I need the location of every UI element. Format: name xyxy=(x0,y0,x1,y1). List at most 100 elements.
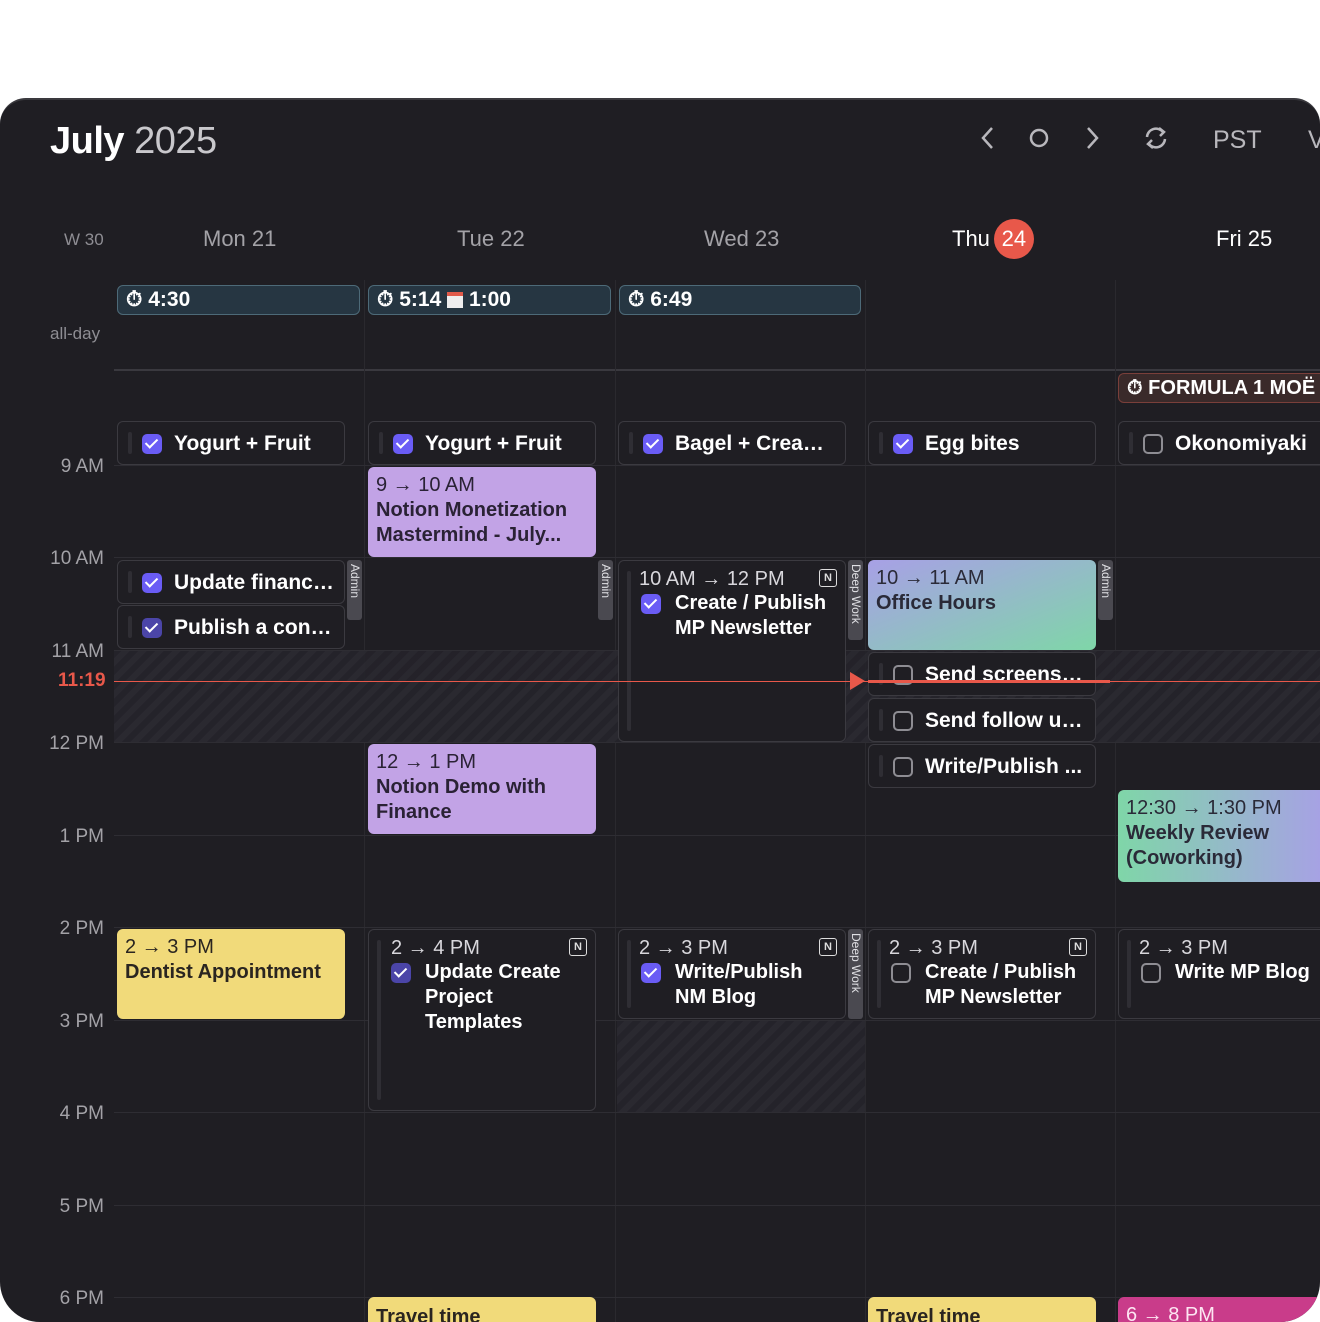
event-title: Weekly Review (Coworking) xyxy=(1126,822,1270,869)
checkbox-checked-icon[interactable] xyxy=(142,618,162,638)
task-bar xyxy=(379,432,383,454)
timezone-button[interactable]: PST xyxy=(1213,126,1262,155)
event-notion-mastermind[interactable]: 9 → 10 AM Notion Monetization Mastermind … xyxy=(368,467,596,557)
prev-week-icon[interactable] xyxy=(978,124,998,159)
today-circle-icon[interactable] xyxy=(1028,124,1050,159)
task-block-mp-newsletter[interactable]: 2 → 3 PM N Create / Publish MP Newsletter xyxy=(868,929,1096,1019)
admin-tag: Admin xyxy=(347,560,362,620)
next-week-icon[interactable] xyxy=(1082,124,1102,159)
timer-value: 4:30 xyxy=(148,288,191,311)
task-block-nm-blog[interactable]: 2 → 3 PM N Write/Publish NM Blog xyxy=(618,929,846,1019)
checkbox-checked-icon[interactable] xyxy=(641,594,661,614)
deep-work-tag: Deep Work xyxy=(848,929,863,1019)
time-tracked-mon[interactable]: ⏱ 4:30 xyxy=(117,285,360,315)
task-bar xyxy=(377,940,381,1100)
task-bar xyxy=(1127,940,1131,1008)
task-chip[interactable]: Yogurt + Fruit xyxy=(368,421,596,465)
view-switcher-button[interactable]: V xyxy=(1308,126,1320,155)
notion-icon: N xyxy=(569,938,587,956)
task-chip[interactable]: Yogurt + Fruit xyxy=(117,421,345,465)
task-label: Egg bites xyxy=(925,432,1020,455)
notion-icon: N xyxy=(819,569,837,587)
hour-label: 4 PM xyxy=(59,1103,104,1124)
stopwatch-icon: ⏱ xyxy=(377,288,394,311)
hour-label: 5 PM xyxy=(59,1196,104,1217)
day-header-mon[interactable]: Mon 21 xyxy=(203,226,276,252)
today-badge: 24 xyxy=(993,219,1034,259)
admin-tag: Admin xyxy=(1098,560,1113,620)
task-chip[interactable]: Update financi... xyxy=(117,560,345,604)
event-title: Create / Publish MP Newsletter xyxy=(675,592,827,639)
event-time: 10 → 11 AM xyxy=(876,567,985,589)
checkbox-checked-icon[interactable] xyxy=(643,434,663,454)
task-label: Publish a conv... xyxy=(174,616,336,639)
checkbox-unchecked-icon[interactable] xyxy=(1143,434,1163,454)
task-block-newsletter[interactable]: 10 AM → 12 PM N Create / Publish MP Newsle… xyxy=(618,560,846,742)
hour-line xyxy=(114,742,1320,743)
time-tracked-tue[interactable]: ⏱ 5:14 1:00 xyxy=(368,285,611,315)
checkbox-checked-icon[interactable] xyxy=(142,573,162,593)
event-notion-demo[interactable]: 12 → 1 PM Notion Demo with Finance xyxy=(368,744,596,834)
task-bar xyxy=(629,432,633,454)
event-time: 6 → 8 PM xyxy=(1126,1304,1215,1322)
day-header-fri[interactable]: Fri 25 xyxy=(1216,226,1272,252)
day-header-tue[interactable]: Tue 22 xyxy=(457,226,525,252)
checkbox-checked-icon[interactable] xyxy=(391,963,411,983)
year-label: 2025 xyxy=(134,120,217,162)
event-evening-fri[interactable]: 6 → 8 PM xyxy=(1118,1297,1320,1322)
event-title: Notion Monetization Mastermind - July... xyxy=(376,499,568,546)
task-chip[interactable]: Okonomiyaki xyxy=(1118,421,1320,465)
event-title: Office Hours xyxy=(876,592,997,614)
checkbox-unchecked-icon[interactable] xyxy=(893,757,913,777)
task-chip[interactable]: Send screensh... xyxy=(868,652,1096,696)
checkbox-checked-icon[interactable] xyxy=(393,434,413,454)
event-time: 2 → 3 PM xyxy=(889,937,978,959)
checkbox-checked-icon[interactable] xyxy=(142,434,162,454)
time-tracked-wed[interactable]: ⏱ 6:49 xyxy=(619,285,861,315)
event-weekly-review[interactable]: 12:30 → 1:30 PM Weekly Review (Coworking) xyxy=(1118,790,1320,882)
event-office-hours[interactable]: 10 → 11 AM Office Hours xyxy=(868,560,1096,650)
task-block-mp-blog[interactable]: 2 → 3 PM Write MP Blog xyxy=(1118,929,1320,1019)
task-bar xyxy=(627,571,631,731)
event-time: 2 → 3 PM xyxy=(1139,937,1228,959)
task-label: Send screensh... xyxy=(925,663,1087,686)
column-divider xyxy=(615,280,616,1322)
timer-value: 6:49 xyxy=(650,288,693,311)
deep-work-tag: Deep Work xyxy=(848,560,863,640)
hour-label: 1 PM xyxy=(59,826,104,847)
event-travel-time-tue[interactable]: Travel time xyxy=(368,1297,596,1322)
task-block-templates[interactable]: 2 → 4 PM N Update Create Project Templates xyxy=(368,929,596,1111)
hour-line xyxy=(114,1112,1320,1113)
event-title: Dentist Appointment xyxy=(125,961,321,983)
event-title: Write MP Blog xyxy=(1175,961,1310,983)
event-dentist[interactable]: 2 → 3 PM Dentist Appointment xyxy=(117,929,345,1019)
hour-line xyxy=(114,1020,1320,1021)
hour-label: 6 PM xyxy=(59,1288,104,1309)
task-chip[interactable]: Write/Publish ... xyxy=(868,744,1096,788)
task-chip[interactable]: Bagel + Cream... xyxy=(618,421,846,465)
task-chip[interactable]: Send follow up... xyxy=(868,698,1096,742)
task-chip[interactable]: Egg bites xyxy=(868,421,1096,465)
day-header-thu[interactable]: Thu 24 xyxy=(952,219,1034,259)
event-title: Write/Publish NM Blog xyxy=(675,961,803,1008)
task-label: Yogurt + Fruit xyxy=(425,432,562,455)
checkbox-unchecked-icon[interactable] xyxy=(891,963,911,983)
checkbox-unchecked-icon[interactable] xyxy=(893,711,913,731)
checkbox-checked-icon[interactable] xyxy=(641,963,661,983)
hour-label: 10 AM xyxy=(50,548,104,569)
allday-event-fri[interactable]: ⏱ FORMULA 1 MOË xyxy=(1118,373,1320,403)
current-time-line-today xyxy=(868,680,1110,683)
stopwatch-icon: ⏱ xyxy=(1127,377,1143,399)
refresh-icon[interactable] xyxy=(1142,124,1170,159)
allday-label: all-day xyxy=(50,324,101,343)
day-header-wed[interactable]: Wed 23 xyxy=(704,226,779,252)
month-title: July 2025 xyxy=(50,120,217,163)
event-travel-time-thu[interactable]: Travel time xyxy=(868,1297,1096,1322)
checkbox-checked-icon[interactable] xyxy=(893,434,913,454)
task-chip[interactable]: Publish a conv... xyxy=(117,605,345,649)
month-label: July xyxy=(50,120,125,162)
calendar-icon xyxy=(447,292,464,308)
task-label: Bagel + Cream... xyxy=(675,432,837,455)
checkbox-unchecked-icon[interactable] xyxy=(1141,963,1161,983)
notion-icon: N xyxy=(1069,938,1087,956)
